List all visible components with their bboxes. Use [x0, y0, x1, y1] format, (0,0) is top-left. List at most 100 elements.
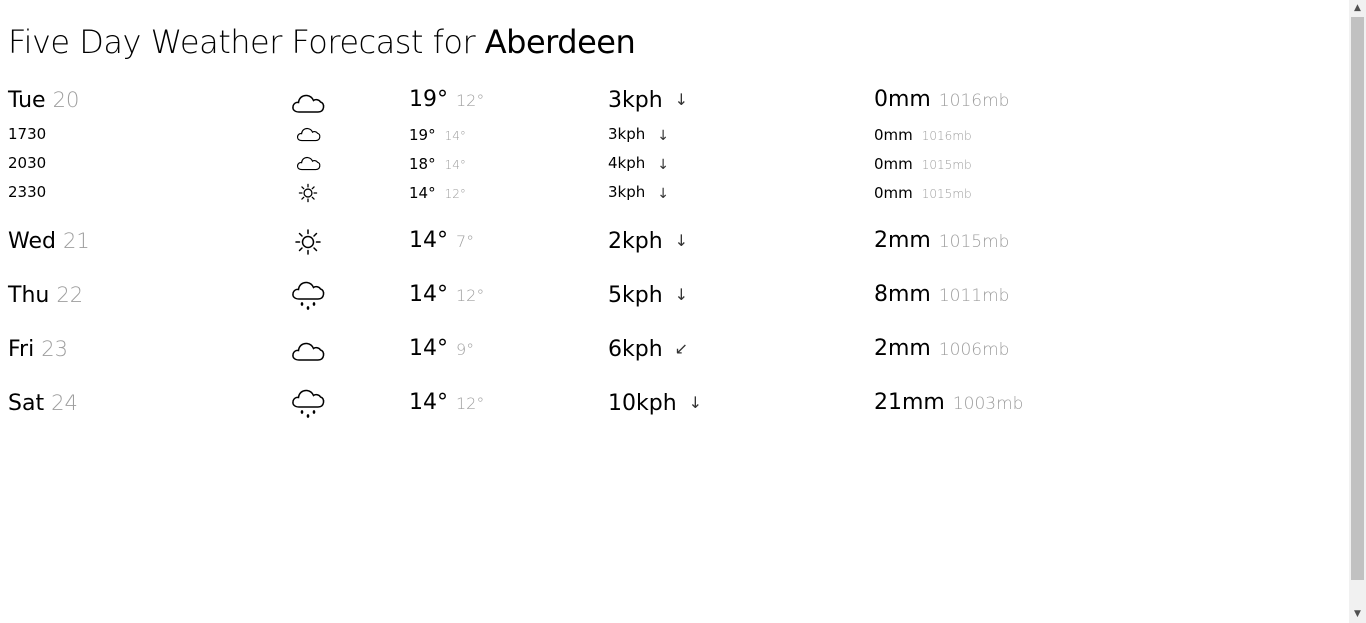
temperature: 19° 12° — [409, 87, 484, 113]
temp-low: 7° — [456, 232, 475, 251]
temp-high: 14° — [409, 390, 448, 415]
temp-high: 19° — [409, 87, 448, 112]
temperature: 14° 12° — [409, 282, 484, 308]
day-label: Wed 21 — [8, 228, 90, 255]
hour-time: 2330 — [8, 183, 47, 201]
day-name: Tue — [8, 88, 46, 113]
wind-direction-icon: ↓ — [657, 128, 669, 144]
precipitation: 8mm 1011mb — [874, 282, 1009, 308]
wind-direction-icon: ↓ — [674, 231, 689, 250]
pressure: 1011mb — [938, 286, 1010, 306]
wind: 5kph ↓ — [608, 282, 688, 309]
cloud-icon — [291, 340, 325, 362]
wind-speed: 3kph — [608, 125, 646, 143]
wind-direction-icon: ↓ — [674, 90, 689, 109]
scroll-down-arrow-icon[interactable]: ▼ — [1349, 606, 1366, 623]
pressure: 1015mb — [938, 232, 1010, 252]
rainfall: 0mm — [874, 126, 913, 144]
wind-direction-icon: ↓ — [657, 157, 669, 173]
city-name: Aberdeen — [484, 23, 636, 61]
wind: 10kph ↓ — [608, 390, 702, 417]
wind: 3kph ↓ — [608, 125, 669, 145]
day-label: Sat 24 — [8, 390, 78, 417]
temp-low: 12° — [444, 187, 466, 201]
rain-cloud-icon — [291, 387, 325, 421]
day-date: 22 — [56, 283, 84, 307]
wind-direction-icon: ↓ — [657, 186, 669, 202]
pressure: 1015mb — [921, 158, 972, 172]
precipitation: 0mm 1015mb — [874, 183, 972, 202]
day-date: 24 — [51, 391, 78, 415]
precipitation: 2mm 1006mb — [874, 336, 1009, 362]
page-title: Five Day Weather Forecast for Aberdeen — [8, 22, 636, 62]
temperature: 14° 7° — [409, 228, 474, 254]
wind-speed: 6kph — [608, 337, 663, 362]
temp-low: 12° — [456, 91, 485, 110]
scrollbar-thumb[interactable] — [1351, 17, 1364, 580]
rainfall: 21mm — [874, 390, 945, 415]
wind: 3kph ↓ — [608, 183, 669, 203]
day-date: 23 — [41, 337, 68, 361]
temperature: 14° 12° — [409, 390, 484, 416]
rainfall: 2mm — [874, 336, 931, 361]
rainfall: 0mm — [874, 155, 913, 173]
wind: 2kph ↓ — [608, 228, 688, 255]
wind-speed: 3kph — [608, 183, 646, 201]
temp-high: 14° — [409, 282, 448, 307]
day-label: Thu 22 — [8, 282, 83, 309]
wind-direction-icon: ↙ — [674, 339, 689, 358]
wind: 6kph ↙ — [608, 336, 688, 363]
wind: 4kph ↓ — [608, 154, 669, 174]
wind-speed: 4kph — [608, 154, 646, 172]
rain-cloud-icon — [291, 279, 325, 313]
temp-low: 12° — [456, 286, 485, 305]
precipitation: 0mm 1015mb — [874, 154, 972, 173]
wind: 3kph ↓ — [608, 87, 688, 114]
day-date: 20 — [52, 88, 80, 112]
temperature: 14° 9° — [409, 336, 474, 362]
day-label: Fri 23 — [8, 336, 68, 363]
temp-high: 14° — [409, 336, 448, 361]
day-date: 21 — [62, 229, 90, 253]
cloud-icon — [291, 92, 325, 114]
rainfall: 0mm — [874, 87, 931, 112]
cloud-icon — [296, 126, 321, 142]
day-name: Sat — [8, 391, 45, 416]
wind-speed: 5kph — [608, 283, 663, 308]
precipitation: 2mm 1015mb — [874, 228, 1009, 254]
temp-low: 14° — [444, 158, 466, 172]
title-prefix: Five Day Weather Forecast for — [8, 23, 476, 61]
temp-low: 14° — [444, 129, 466, 143]
day-label: Tue 20 — [8, 87, 79, 114]
day-name: Fri — [8, 337, 35, 362]
wind-direction-icon: ↓ — [688, 393, 703, 412]
pressure: 1006mb — [938, 340, 1010, 360]
temp-high: 18° — [409, 155, 436, 173]
temp-high: 14° — [409, 228, 448, 253]
temperature: 14° 12° — [409, 183, 466, 202]
rainfall: 8mm — [874, 282, 931, 307]
temperature: 19° 14° — [409, 125, 466, 144]
wind-speed: 3kph — [608, 88, 663, 113]
rainfall: 2mm — [874, 228, 931, 253]
wind-speed: 10kph — [608, 391, 677, 416]
precipitation: 0mm 1016mb — [874, 87, 1009, 113]
temp-high: 14° — [409, 184, 436, 202]
pressure: 1016mb — [938, 91, 1010, 111]
cloud-icon — [296, 155, 321, 171]
rainfall: 0mm — [874, 184, 913, 202]
sun-icon — [294, 228, 322, 256]
temp-high: 19° — [409, 126, 436, 144]
pressure: 1015mb — [921, 187, 972, 201]
hour-time: 1730 — [8, 125, 47, 143]
hour-time: 2030 — [8, 154, 47, 172]
precipitation: 0mm 1016mb — [874, 125, 972, 144]
wind-speed: 2kph — [608, 229, 663, 254]
scroll-up-arrow-icon[interactable]: ▲ — [1349, 0, 1366, 17]
temp-low: 12° — [456, 394, 485, 413]
pressure: 1003mb — [952, 394, 1024, 414]
day-name: Wed — [8, 229, 56, 254]
temperature: 18° 14° — [409, 154, 466, 173]
sun-icon — [298, 183, 318, 203]
vertical-scrollbar[interactable]: ▲ ▼ — [1349, 0, 1366, 623]
